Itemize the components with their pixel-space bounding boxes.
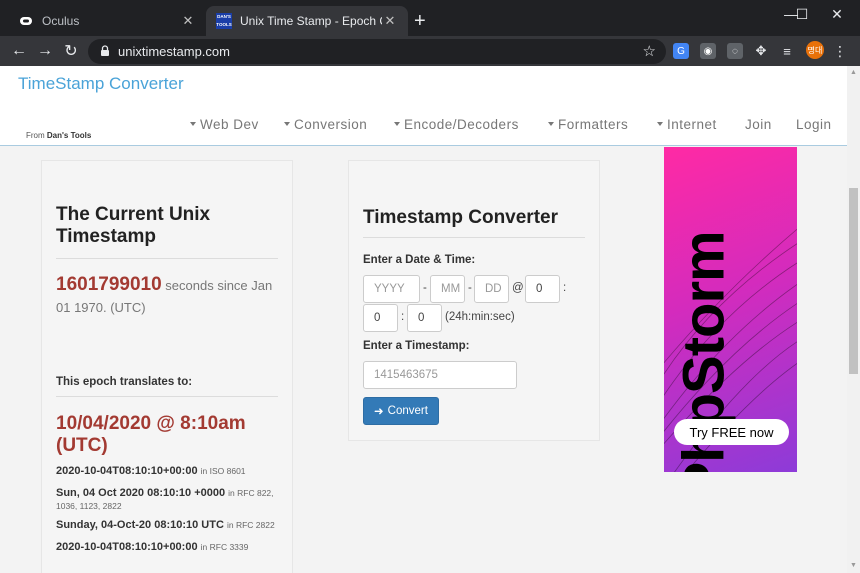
- divider: [363, 237, 585, 238]
- nav-login[interactable]: Login: [796, 117, 832, 132]
- caret-down-icon: [190, 122, 196, 126]
- caret-down-icon: [394, 122, 400, 126]
- divider: [56, 258, 278, 259]
- caret-down-icon: [284, 122, 290, 126]
- nav-join[interactable]: Join: [745, 117, 772, 132]
- scroll-down-icon[interactable]: ▼: [847, 559, 860, 573]
- convert-button[interactable]: ➜ Convert: [363, 397, 439, 425]
- nav-web-dev[interactable]: Web Dev: [190, 117, 259, 132]
- media-queue-icon[interactable]: ≡: [779, 43, 795, 59]
- nav-label: Internet: [667, 117, 717, 132]
- nav-conversion[interactable]: Conversion: [284, 117, 367, 132]
- page-content: TimeStamp Converter From Dan's Tools Web…: [0, 66, 847, 573]
- at-separator: @: [512, 282, 524, 294]
- close-tab-icon[interactable]: ✕: [382, 13, 398, 29]
- from-dans-tools[interactable]: From Dan's Tools: [26, 131, 91, 140]
- tab-title: Unix Time Stamp - Epoch Converter: [240, 14, 382, 28]
- nav-label: Web Dev: [200, 117, 259, 132]
- forward-icon[interactable]: →: [34, 40, 56, 62]
- close-window-button[interactable]: ✕: [814, 0, 860, 28]
- format-value: Sunday, 04-Oct-20 08:10:10 UTC: [56, 519, 224, 531]
- back-icon[interactable]: ←: [8, 40, 30, 62]
- profile-avatar[interactable]: 명대: [806, 41, 824, 59]
- camera-extension-icon[interactable]: ◉: [700, 43, 716, 59]
- convert-label: Convert: [387, 405, 428, 417]
- time-format-hint: (24h:min:sec): [445, 311, 515, 323]
- scroll-thumb[interactable]: [849, 188, 858, 374]
- scroll-up-icon[interactable]: ▲: [847, 66, 860, 80]
- nav-encode-decoders[interactable]: Encode/Decoders: [394, 117, 519, 132]
- timestamp-converter-card: Timestamp Converter Enter a Date & Time:…: [349, 161, 599, 440]
- from-prefix: From: [26, 131, 47, 140]
- nav-label: Formatters: [558, 117, 629, 132]
- nav-internet[interactable]: Internet: [657, 117, 717, 132]
- format-value: Sun, 04 Oct 2020 08:10:10 +0000: [56, 487, 226, 499]
- nav-label: Encode/Decoders: [404, 117, 519, 132]
- browser-menu-icon[interactable]: ⋮: [833, 42, 847, 60]
- dans-tools-icon: DAN'S TOOLS: [216, 13, 232, 29]
- url-text: unixtimestamp.com: [118, 44, 230, 59]
- epoch-text: 1601799010 seconds since Jan 01 1970. (U…: [56, 274, 286, 319]
- human-date: 10/04/2020 @ 8:10am (UTC): [56, 413, 246, 456]
- minute-input[interactable]: 0: [363, 304, 398, 332]
- format-rfc-822: Sun, 04 Oct 2020 08:10:10 +0000 in RFC 8…: [56, 487, 288, 513]
- address-bar[interactable]: unixtimestamp.com ☆: [88, 39, 666, 64]
- format-standard: in RFC 3339: [200, 542, 249, 552]
- oculus-icon: [18, 13, 34, 29]
- site-header: TimeStamp Converter From Dan's Tools Web…: [0, 66, 847, 146]
- maximize-button[interactable]: ☐: [790, 0, 814, 28]
- time-separator: :: [401, 311, 405, 323]
- format-standard: in ISO 8601: [200, 466, 246, 476]
- timestamp-label: Enter a Timestamp:: [363, 340, 470, 352]
- tab-title: Oculus: [42, 14, 80, 28]
- browser-tab-bar: Oculus ✕ DAN'S TOOLS Unix Time Stamp - E…: [0, 0, 860, 36]
- translate-extension-icon[interactable]: G: [673, 43, 689, 59]
- bookmark-star-icon[interactable]: ☆: [643, 42, 656, 60]
- second-input[interactable]: 0: [407, 304, 442, 332]
- site-brand-link[interactable]: TimeStamp Converter: [18, 74, 184, 94]
- format-value: 2020-10-04T08:10:10+00:00: [56, 541, 198, 553]
- page-scrollbar[interactable]: ▲ ▼: [847, 66, 860, 573]
- format-rfc-3339: 2020-10-04T08:10:10+00:00 in RFC 3339: [56, 541, 288, 554]
- date-separator: -: [468, 282, 472, 294]
- date-time-label: Enter a Date & Time:: [363, 254, 476, 266]
- dans-tools-logo-text: DAN'S TOOLS: [216, 13, 232, 29]
- converter-title: Timestamp Converter: [363, 207, 558, 228]
- translates-label: This epoch translates to:: [56, 376, 193, 388]
- lock-icon: [101, 45, 109, 56]
- time-separator: :: [563, 282, 567, 294]
- caret-down-icon: [548, 122, 554, 126]
- close-tab-icon[interactable]: ✕: [180, 13, 196, 29]
- hour-input[interactable]: 0: [525, 275, 560, 303]
- nav-label: Conversion: [294, 117, 368, 132]
- divider: [56, 396, 278, 397]
- reload-icon[interactable]: ↻: [60, 40, 82, 62]
- extensions-puzzle-icon[interactable]: ✥: [753, 43, 769, 59]
- current-epoch-value: 1601799010: [56, 274, 162, 295]
- date-separator: -: [423, 282, 427, 294]
- format-iso-8601: 2020-10-04T08:10:10+00:00 in ISO 8601: [56, 465, 288, 478]
- current-timestamp-card: The Current Unix Timestamp 1601799010 se…: [42, 161, 292, 573]
- nav-formatters[interactable]: Formatters: [548, 117, 628, 132]
- browser-toolbar: ← → ↻ unixtimestamp.com ☆ G ◉ ◌ ✥ ≡ 명대 ⋮: [0, 36, 860, 66]
- new-tab-button[interactable]: +: [414, 9, 426, 33]
- try-free-button[interactable]: Try FREE now: [674, 419, 789, 445]
- caret-down-icon: [657, 122, 663, 126]
- format-rfc-2822: Sunday, 04-Oct-20 08:10:10 UTC in RFC 28…: [56, 519, 288, 532]
- month-input[interactable]: MM: [430, 275, 465, 303]
- format-standard: in RFC 2822: [226, 520, 275, 530]
- dans-tools-name: Dan's Tools: [46, 131, 92, 140]
- format-value: 2020-10-04T08:10:10+00:00: [56, 465, 198, 477]
- timestamp-input[interactable]: 1415463675: [363, 361, 517, 389]
- tab-unix-timestamp[interactable]: DAN'S TOOLS Unix Time Stamp - Epoch Conv…: [206, 6, 408, 36]
- arrow-right-icon: ➜: [374, 406, 384, 418]
- tab-oculus[interactable]: Oculus ✕: [8, 6, 206, 36]
- day-input[interactable]: DD: [474, 275, 509, 303]
- current-timestamp-title: The Current Unix Timestamp: [56, 204, 211, 247]
- year-input[interactable]: YYYY: [363, 275, 420, 303]
- bulb-extension-icon[interactable]: ◌: [727, 43, 743, 59]
- phpstorm-ad[interactable]: PhpStorm Try FREE now: [664, 147, 797, 472]
